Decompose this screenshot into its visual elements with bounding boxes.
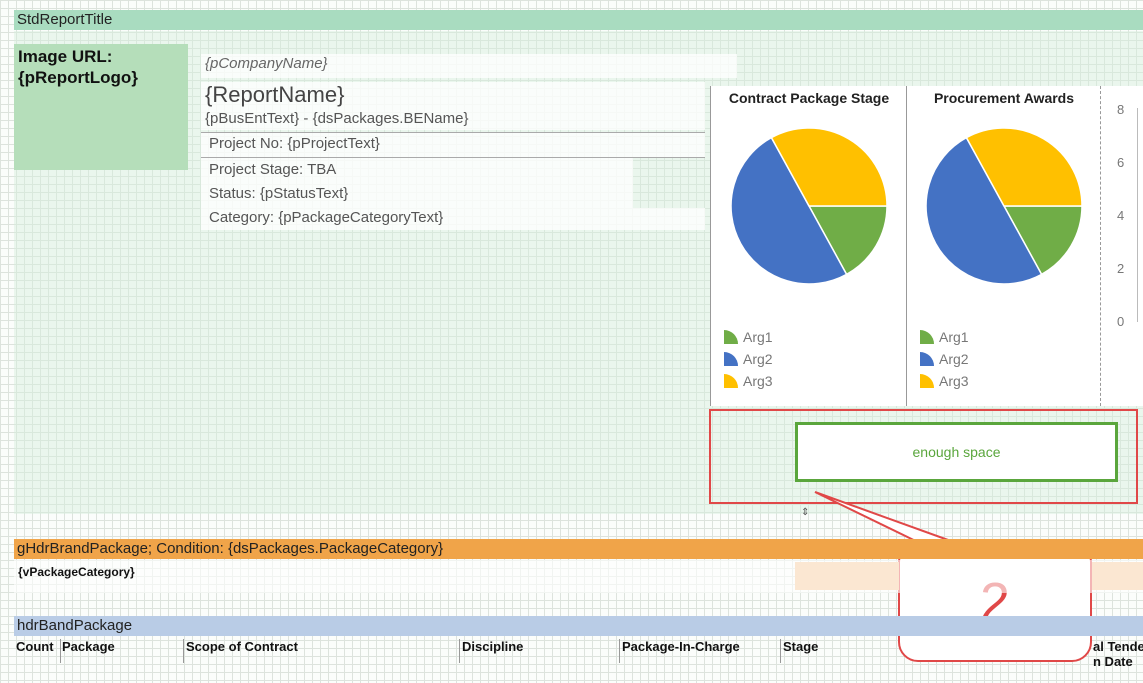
resize-handle-icon[interactable]: ⇕ bbox=[801, 507, 809, 518]
group-field-box-right[interactable] bbox=[1092, 562, 1143, 590]
column-stage[interactable]: Stage bbox=[783, 639, 818, 654]
column-divider bbox=[459, 639, 460, 663]
column-count[interactable]: Count bbox=[16, 639, 54, 654]
group-area bbox=[14, 560, 1143, 593]
column-divider bbox=[619, 639, 620, 663]
column-divider bbox=[780, 639, 781, 663]
column-divider bbox=[183, 639, 184, 663]
column-package[interactable]: Package bbox=[62, 639, 115, 654]
group-header-band[interactable]: gHdrBrandPackage; Condition: {dsPackages… bbox=[14, 539, 1143, 559]
package-category-field[interactable]: {vPackageCategory} bbox=[18, 565, 135, 579]
column-tender-line1[interactable]: al Tende bbox=[1093, 639, 1143, 654]
column-divider bbox=[60, 639, 61, 663]
column-discipline[interactable]: Discipline bbox=[462, 639, 523, 654]
column-package-in-charge[interactable]: Package-In-Charge bbox=[622, 639, 740, 654]
column-scope-of-contract[interactable]: Scope of Contract bbox=[186, 639, 298, 654]
column-tender-line2[interactable]: n Date bbox=[1093, 654, 1133, 669]
header-band-package[interactable]: hdrBandPackage bbox=[14, 616, 1143, 636]
group-field-box[interactable] bbox=[795, 562, 899, 590]
